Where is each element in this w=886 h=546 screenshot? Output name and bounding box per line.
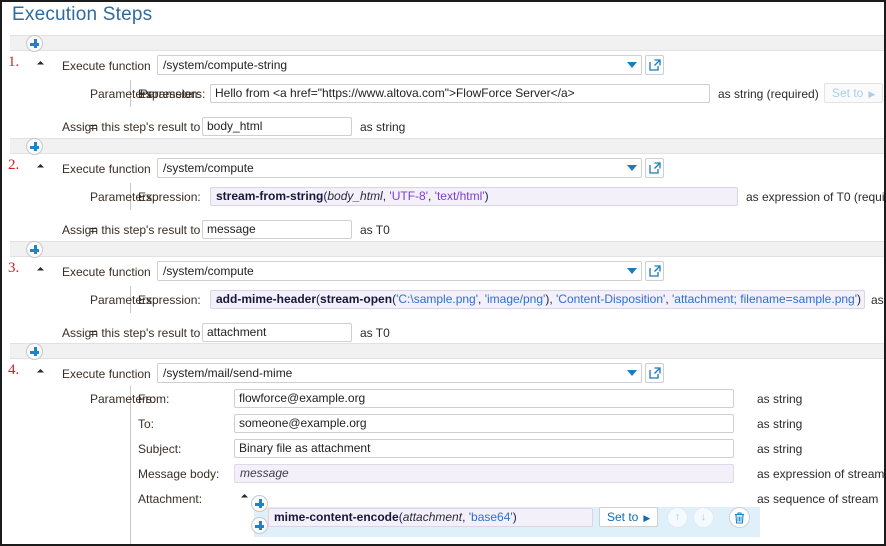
set-to-button-1[interactable]: Set to ▶ [824, 83, 883, 103]
chevron-down-icon-1[interactable] [627, 62, 637, 68]
attachment-collapse-icon[interactable] [241, 494, 248, 501]
result-variable-input-1[interactable]: body_html [202, 117, 352, 136]
step-number-2: 2. [8, 157, 19, 174]
execute-function-label-4: Execute function [62, 367, 151, 381]
result-type-3: as T0 [360, 326, 390, 340]
to-input[interactable]: someone@example.org [234, 414, 734, 433]
step-number-1: 1. [8, 54, 19, 71]
open-external-button-2[interactable] [645, 158, 664, 178]
open-external-button-4[interactable] [645, 363, 664, 383]
chevron-down-icon-2[interactable] [627, 165, 637, 171]
step-number-4: 4. [8, 362, 19, 379]
add-step-button-1[interactable] [26, 138, 43, 155]
message-body-type: as expression of stream [757, 467, 884, 481]
attachment-set-to-label: Set to [607, 510, 638, 524]
field-label-subject: Subject: [138, 442, 181, 456]
insert-step-band-0[interactable] [10, 35, 884, 51]
field-label-to: To: [138, 417, 154, 431]
insert-step-band-1[interactable] [10, 138, 884, 154]
chevron-down-icon-3[interactable] [627, 268, 637, 274]
expression-type-3: as [871, 293, 884, 307]
from-type: as string [757, 392, 802, 406]
attachment-set-to-button[interactable]: Set to ▶ [599, 507, 658, 527]
result-type-2: as T0 [360, 223, 390, 237]
expression-field-3[interactable]: add-mime-header(stream-open('C:\sample.p… [210, 290, 865, 309]
add-step-button-3[interactable] [26, 343, 43, 360]
function-field-1[interactable]: /system/compute-string [157, 55, 642, 75]
add-attachment-button-bottom[interactable] [251, 517, 268, 534]
expression-label-2: Expression: [138, 190, 201, 204]
add-attachment-button-top[interactable] [251, 495, 268, 512]
execution-steps-panel: Execution Steps 1. Execute function /sys… [0, 0, 886, 546]
set-to-arrow-icon-1: ▶ [868, 85, 875, 103]
collapse-triangle-icon-1[interactable] [37, 61, 44, 68]
expression-input-1[interactable]: Hello from <a href="https://www.altova.c… [210, 84, 710, 103]
insert-step-band-3[interactable] [10, 343, 884, 359]
function-field-4[interactable]: /system/mail/send-mime [157, 363, 642, 383]
chevron-down-icon-4[interactable] [627, 370, 637, 376]
assign-label-3: Assign this step's result to [62, 326, 200, 340]
field-label-attachment: Attachment: [138, 492, 202, 506]
open-external-button-3[interactable] [645, 261, 664, 281]
attachment-type: as sequence of stream [757, 492, 878, 506]
subject-type: as string [757, 442, 802, 456]
external-link-icon-3 [649, 265, 661, 277]
step-number-3: 3. [8, 260, 19, 277]
function-field-3[interactable]: /system/compute [157, 261, 642, 281]
add-step-button-2[interactable] [26, 241, 43, 258]
message-body-expression[interactable]: message [234, 464, 734, 483]
open-external-button-1[interactable] [645, 55, 664, 75]
result-type-1: as string [360, 120, 405, 134]
subject-input[interactable]: Binary file as attachment [234, 439, 734, 458]
field-label-message-body: Message body: [138, 467, 219, 481]
collapse-triangle-icon-3[interactable] [37, 267, 44, 274]
result-variable-input-2[interactable]: message [202, 220, 352, 239]
expression-type-2: as expression of T0 (required) [746, 190, 886, 204]
collapse-triangle-icon-4[interactable] [37, 369, 44, 376]
move-attachment-up-button[interactable]: ↑ [667, 507, 688, 528]
set-to-arrow-icon-4: ▶ [643, 509, 650, 527]
to-type: as string [757, 417, 802, 431]
execute-function-label-1: Execute function [62, 59, 151, 73]
external-link-icon-2 [649, 162, 661, 174]
move-attachment-down-button[interactable]: ↓ [693, 507, 714, 528]
expression-label-1: Expression: [138, 87, 201, 101]
collapse-triangle-icon-2[interactable] [37, 164, 44, 171]
expression-field-2[interactable]: stream-from-string(body_html, 'UTF-8', '… [210, 187, 738, 206]
execute-function-label-3: Execute function [62, 265, 151, 279]
params-divider-4 [130, 386, 131, 544]
execute-function-label-2: Execute function [62, 162, 151, 176]
set-to-label-1: Set to [832, 86, 863, 100]
from-input[interactable]: flowforce@example.org [234, 389, 734, 408]
insert-step-band-2[interactable] [10, 241, 884, 257]
external-link-icon-4 [649, 367, 661, 379]
assign-label-2: Assign this step's result to [62, 223, 200, 237]
delete-attachment-button[interactable] [729, 507, 750, 528]
page-title: Execution Steps [12, 4, 152, 26]
trash-icon [734, 512, 745, 524]
field-label-from: From: [138, 392, 169, 406]
expression-label-3: Expression: [138, 293, 201, 307]
function-field-2[interactable]: /system/compute [157, 158, 642, 178]
assign-label-1: Assign this step's result to [62, 120, 200, 134]
add-step-button-0[interactable] [26, 35, 43, 52]
expression-type-1: as string (required) [718, 87, 819, 101]
attachment-expression-field[interactable]: mime-content-encode(attachment, 'base64'… [268, 508, 593, 527]
external-link-icon-1 [649, 59, 661, 71]
result-variable-input-3[interactable]: attachment [202, 323, 352, 342]
